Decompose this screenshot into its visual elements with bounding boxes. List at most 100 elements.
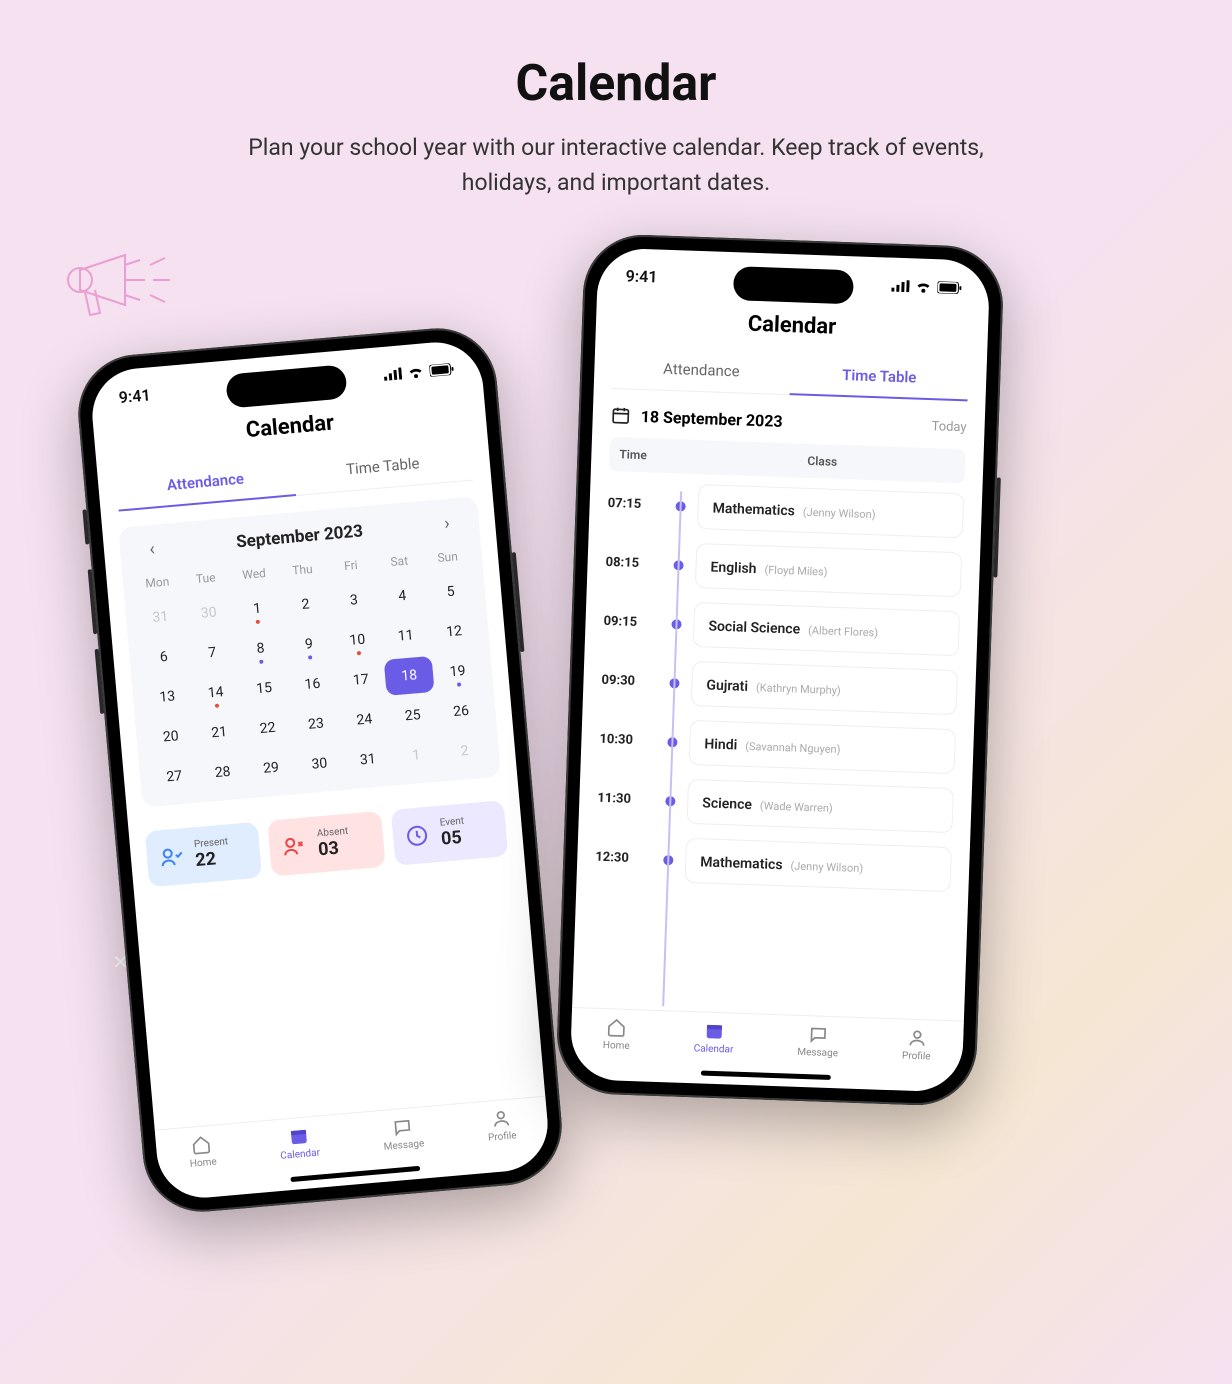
calendar-day[interactable]: 10: [332, 620, 384, 660]
battery-icon: [937, 281, 961, 294]
class-time: 11:30: [597, 791, 653, 808]
signal-icon: [383, 367, 402, 381]
calendar-day[interactable]: 3: [328, 580, 380, 620]
class-card[interactable]: Social Science (Albert Flores): [693, 602, 960, 656]
timetable-row[interactable]: 07:15 Mathematics(Jenny Wilson): [607, 481, 964, 538]
calendar-day[interactable]: 11: [380, 616, 432, 656]
calendar-day[interactable]: 23: [290, 704, 342, 744]
nav-home[interactable]: Home: [603, 1017, 631, 1052]
calendar-day[interactable]: 8: [235, 629, 287, 669]
class-subject: Mathematics: [700, 854, 783, 873]
class-time: 09:15: [603, 614, 659, 631]
nav-profile[interactable]: Profile: [902, 1028, 932, 1063]
calendar-icon: [288, 1125, 310, 1147]
timetable-header: 18 September 2023 Today: [610, 405, 966, 437]
next-month-button[interactable]: ›: [432, 512, 462, 535]
calendar-day[interactable]: 14: [190, 673, 242, 713]
stat-event[interactable]: Event05: [390, 800, 508, 866]
stat-present[interactable]: Present22: [145, 822, 263, 888]
class-time: 10:30: [599, 732, 655, 749]
calendar-day[interactable]: 1: [390, 736, 442, 776]
calendar-day[interactable]: 13: [142, 677, 194, 717]
calendar-day[interactable]: 9: [283, 624, 335, 664]
calendar-day[interactable]: 22: [242, 708, 294, 748]
tab-attendance[interactable]: Attendance: [612, 346, 791, 394]
tab-timetable[interactable]: Time Table: [292, 438, 473, 495]
calendar-day[interactable]: 26: [435, 691, 487, 731]
calendar-day[interactable]: 1: [231, 589, 283, 629]
today-button[interactable]: Today: [931, 419, 967, 435]
calendar-day[interactable]: 24: [339, 700, 391, 740]
calendar-dow: Mon: [132, 567, 183, 597]
tab-attendance[interactable]: Attendance: [115, 453, 296, 510]
hero-subtitle: Plan your school year with our interacti…: [236, 131, 996, 200]
calendar-day[interactable]: 20: [145, 717, 197, 757]
class-time: 08:15: [605, 555, 661, 572]
nav-message[interactable]: Message: [381, 1115, 425, 1152]
timetable-row[interactable]: 09:15 Social Science (Albert Flores): [603, 599, 960, 656]
calendar-day[interactable]: 30: [183, 593, 235, 633]
calendar-day[interactable]: 31: [342, 740, 394, 780]
calendar-day[interactable]: 28: [197, 752, 249, 792]
calendar-day[interactable]: 2: [439, 731, 491, 771]
class-card[interactable]: English(Floyd Miles): [695, 543, 962, 597]
class-card[interactable]: Science(Wade Warren): [687, 779, 954, 833]
nav-calendar[interactable]: Calendar: [278, 1125, 320, 1162]
class-card[interactable]: Gujrati(Kathryn Murphy): [691, 661, 958, 715]
stat-absent[interactable]: Absent03: [268, 811, 386, 877]
calendar-day[interactable]: 7: [186, 633, 238, 673]
calendar-day[interactable]: 4: [377, 576, 429, 616]
calendar-day[interactable]: 5: [425, 572, 477, 612]
timetable-row[interactable]: 11:30 Science(Wade Warren): [597, 776, 954, 833]
clock-icon: [402, 821, 432, 851]
user-x-icon: [279, 831, 309, 861]
calendar-dow: Thu: [277, 555, 328, 585]
calendar-day[interactable]: 27: [149, 757, 201, 797]
timetable-row[interactable]: 08:15 English(Floyd Miles): [605, 540, 962, 597]
class-subject: English: [710, 560, 756, 578]
calendar-icon: [704, 1021, 725, 1042]
calendar-dow: Sun: [422, 542, 473, 572]
timetable-body[interactable]: 07:15Mathematics(Jenny Wilson)08:15Engli…: [590, 481, 964, 1016]
calendar-day[interactable]: 29: [245, 748, 297, 788]
class-teacher: (Albert Flores): [808, 624, 878, 639]
calendar-day[interactable]: 30: [294, 744, 346, 784]
calendar-day[interactable]: 16: [287, 664, 339, 704]
class-subject: Mathematics: [712, 501, 795, 520]
calendar-day[interactable]: 19: [432, 652, 484, 692]
nav-message[interactable]: Message: [797, 1024, 839, 1059]
class-teacher: (Jenny Wilson): [790, 859, 863, 875]
calendar-day[interactable]: 6: [138, 637, 190, 677]
nav-profile[interactable]: Profile: [486, 1107, 517, 1143]
class-subject: Social Science: [708, 618, 800, 637]
home-indicator[interactable]: [701, 1070, 831, 1080]
phone-right: 9:41 Calendar Attendance Time Table 18 S…: [555, 233, 1005, 1107]
phone-left: 9:41 Calendar Attendance Time Table ‹ Se…: [73, 323, 566, 1216]
class-time: 07:15: [607, 496, 663, 513]
nav-home[interactable]: Home: [187, 1134, 217, 1170]
timetable-row[interactable]: 09:30Gujrati(Kathryn Murphy): [601, 658, 958, 715]
class-card[interactable]: Mathematics(Jenny Wilson): [697, 484, 964, 538]
calendar-day[interactable]: 21: [193, 713, 245, 753]
tab-timetable[interactable]: Time Table: [790, 352, 969, 400]
tabs: Attendance Time Table: [612, 346, 969, 401]
class-teacher: (Savannah Nguyen): [745, 740, 841, 756]
class-card[interactable]: Hindi(Savannah Nguyen): [689, 720, 956, 774]
calendar-day[interactable]: 31: [135, 597, 187, 637]
calendar-day[interactable]: 25: [387, 696, 439, 736]
calendar-dow: Tue: [180, 563, 231, 593]
calendar-day[interactable]: 2: [280, 585, 332, 625]
class-teacher: (Wade Warren): [760, 799, 833, 815]
class-card[interactable]: Mathematics (Jenny Wilson): [685, 838, 952, 892]
calendar-day[interactable]: 15: [238, 669, 290, 709]
nav-calendar[interactable]: Calendar: [693, 1020, 734, 1055]
calendar-day[interactable]: 12: [428, 612, 480, 652]
calendar-dow: Wed: [229, 559, 280, 589]
timetable-row[interactable]: 12:30Mathematics(Jenny Wilson): [595, 835, 952, 892]
calendar-card: ‹ September 2023 › MonTueWedThuFriSatSun…: [118, 496, 501, 807]
calendar-day[interactable]: 18: [384, 656, 436, 696]
timetable-row[interactable]: 10:30 Hindi(Savannah Nguyen): [599, 717, 956, 774]
calendar-day[interactable]: 17: [335, 660, 387, 700]
prev-month-button[interactable]: ‹: [137, 538, 167, 561]
wifi-icon: [915, 280, 931, 293]
